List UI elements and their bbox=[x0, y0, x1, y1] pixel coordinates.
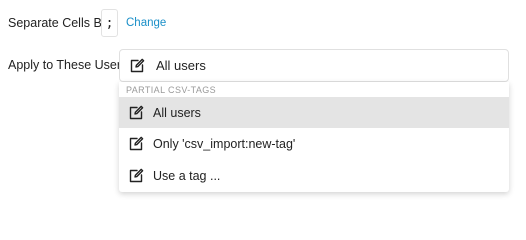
edit-icon bbox=[128, 168, 144, 184]
dropdown-option-label: All users bbox=[153, 105, 201, 120]
change-separator-link[interactable]: Change bbox=[126, 17, 166, 29]
separate-cells-label: Separate Cells By: bbox=[8, 16, 112, 30]
apply-users-select[interactable]: All users bbox=[119, 49, 509, 82]
dropdown-group-header: PARTIAL CSV-TAGS bbox=[126, 85, 217, 95]
separator-value-field[interactable]: ; bbox=[101, 9, 118, 37]
edit-icon bbox=[128, 105, 144, 121]
dropdown-option-all-users[interactable]: All users bbox=[119, 97, 509, 128]
dropdown-option-use-tag[interactable]: Use a tag ... bbox=[119, 160, 509, 191]
edit-icon bbox=[128, 136, 144, 152]
dropdown-option-only-tag[interactable]: Only 'csv_import:new-tag' bbox=[119, 128, 509, 159]
dropdown-option-label: Only 'csv_import:new-tag' bbox=[153, 136, 296, 151]
edit-icon bbox=[129, 58, 145, 74]
apply-users-dropdown: PARTIAL CSV-TAGS All users Only 'csv_imp… bbox=[119, 82, 509, 192]
dropdown-option-label: Use a tag ... bbox=[153, 168, 221, 183]
apply-users-selected-value: All users bbox=[156, 58, 206, 73]
apply-users-label: Apply to These Users: bbox=[8, 58, 131, 72]
